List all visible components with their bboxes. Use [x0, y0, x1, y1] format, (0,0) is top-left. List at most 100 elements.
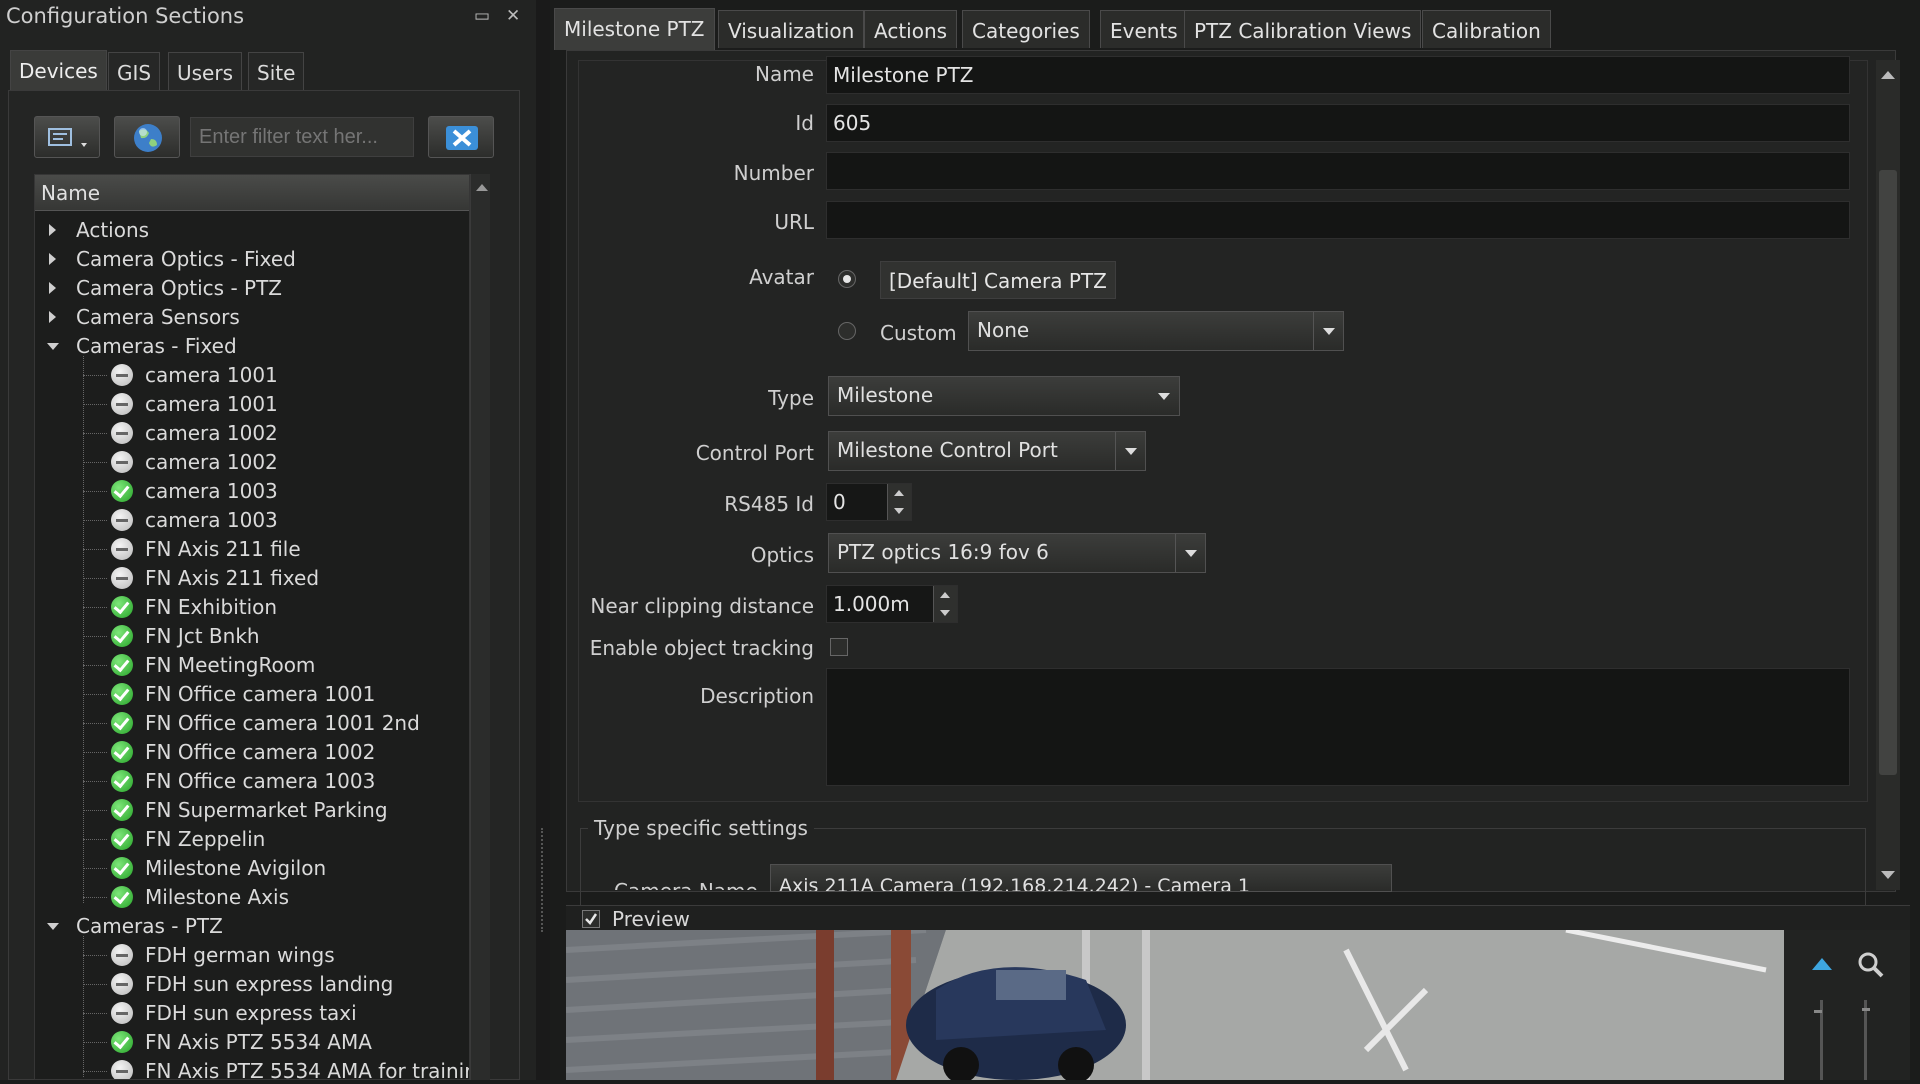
scroll-up-icon[interactable] [476, 182, 488, 192]
tree-item[interactable]: Milestone Axis [35, 883, 469, 912]
tree-item[interactable]: FDH sun express taxi [35, 999, 469, 1028]
expand-arrow-icon[interactable] [49, 253, 56, 265]
description-field[interactable] [826, 668, 1850, 786]
globe-button[interactable] [114, 116, 180, 158]
tab-devices[interactable]: Devices [10, 50, 107, 92]
tree-connector [83, 955, 107, 956]
optics-select[interactable]: PTZ optics 16:9 fov 6 [828, 533, 1206, 573]
main-tab-visualization[interactable]: Visualization [718, 10, 865, 48]
tab-users[interactable]: Users [168, 52, 243, 90]
splitter-grip[interactable] [541, 828, 544, 932]
status-online-icon [111, 886, 133, 908]
tree-item[interactable]: FDH sun express landing [35, 970, 469, 999]
tree-item[interactable]: FN Office camera 1001 2nd [35, 709, 469, 738]
status-online-icon [111, 857, 133, 879]
tree-item[interactable]: Milestone Avigilon [35, 854, 469, 883]
tree-item[interactable]: FN Office camera 1002 [35, 738, 469, 767]
main-tab-actions[interactable]: Actions [864, 10, 958, 48]
tab-site[interactable]: Site [248, 52, 305, 90]
tree-item[interactable]: FN Axis PTZ 5534 AMA [35, 1028, 469, 1057]
main-tab-categories[interactable]: Categories [962, 10, 1090, 48]
control-port-select[interactable]: Milestone Control Port [828, 431, 1146, 471]
tree-item[interactable]: FN Office camera 1001 [35, 680, 469, 709]
spin-arrows-icon[interactable] [887, 484, 911, 520]
main-tab-calibration[interactable]: Calibration [1422, 10, 1551, 48]
chevron-down-icon[interactable] [1313, 312, 1343, 350]
close-icon[interactable]: ✕ [506, 6, 520, 26]
type-label: Type [768, 386, 814, 410]
tree-item[interactable]: FN Axis 211 file [35, 535, 469, 564]
tree-item[interactable]: Actions [35, 216, 469, 245]
tree-item[interactable]: Cameras - Fixed [35, 332, 469, 361]
main-tab-ptz-calibration-views[interactable]: PTZ Calibration Views [1184, 10, 1422, 48]
spin-arrows-icon[interactable] [933, 586, 957, 622]
tree-item[interactable]: FDH german wings [35, 941, 469, 970]
rs485-spinbox[interactable]: 0 [826, 483, 912, 521]
avatar-custom-select[interactable]: None [968, 311, 1344, 351]
panel-title: Configuration Sections [6, 4, 245, 28]
form-scroll-thumb[interactable] [1879, 170, 1897, 775]
tree-item[interactable]: Camera Sensors [35, 303, 469, 332]
scroll-up-icon[interactable] [1881, 70, 1895, 80]
tree-item-label: FDH sun express taxi [145, 1001, 357, 1025]
tree-item[interactable]: Camera Optics - PTZ [35, 274, 469, 303]
tree-item[interactable]: FN Axis 211 fixed [35, 564, 469, 593]
tree-item-label: FN Office camera 1001 2nd [145, 711, 420, 735]
chevron-down-icon[interactable] [1149, 377, 1179, 415]
collapse-arrow-icon[interactable] [47, 923, 59, 930]
tree-item[interactable]: camera 1002 [35, 448, 469, 477]
tree-item[interactable]: FN Jct Bnkh [35, 622, 469, 651]
chevron-down-icon[interactable] [1175, 534, 1205, 572]
status-offline-icon [111, 973, 133, 995]
add-device-dropdown-button[interactable] [34, 116, 100, 158]
tree-item[interactable]: Cameras - PTZ [35, 912, 469, 941]
name-field[interactable]: Milestone PTZ [826, 56, 1850, 94]
avatar-default-radio[interactable] [838, 270, 856, 288]
tree-column-header[interactable]: Name [35, 175, 469, 211]
near-clipping-spinbox[interactable]: 1.000m [826, 585, 958, 623]
tree-connector [83, 694, 107, 695]
type-select[interactable]: Milestone [828, 376, 1180, 416]
main-tab-events[interactable]: Events [1100, 10, 1188, 48]
preview-checkbox[interactable] [582, 910, 600, 928]
main-tab-milestone-ptz[interactable]: Milestone PTZ [554, 8, 715, 50]
tree-item[interactable]: camera 1002 [35, 419, 469, 448]
tree-item[interactable]: Camera Optics - Fixed [35, 245, 469, 274]
tree-connector [83, 897, 107, 898]
camera-name-select[interactable]: Axis 211A Camera (192.168.214.242) - Cam… [770, 864, 1392, 892]
tree-item[interactable]: camera 1001 [35, 390, 469, 419]
url-field[interactable] [826, 201, 1850, 239]
status-offline-icon [111, 1060, 133, 1079]
object-tracking-checkbox[interactable] [830, 638, 848, 656]
tree-item-label: FN Exhibition [145, 595, 278, 619]
filter-input[interactable] [190, 117, 414, 157]
tree-connector [83, 839, 107, 840]
expand-arrow-icon[interactable] [49, 282, 56, 294]
avatar-custom-radio[interactable] [838, 322, 856, 340]
tree-item[interactable]: FN Zeppelin [35, 825, 469, 854]
tree-item[interactable]: FN Supermarket Parking [35, 796, 469, 825]
camera-preview-image[interactable] [566, 930, 1784, 1080]
tree-item[interactable]: FN Office camera 1003 [35, 767, 469, 796]
tree-item[interactable]: FN MeetingRoom [35, 651, 469, 680]
tab-gis[interactable]: GIS [108, 52, 161, 90]
expand-arrow-icon[interactable] [49, 224, 56, 236]
tree-item[interactable]: FN Exhibition [35, 593, 469, 622]
scroll-down-icon[interactable] [1881, 870, 1895, 880]
expand-arrow-icon[interactable] [49, 311, 56, 323]
number-field[interactable] [826, 152, 1850, 190]
float-icon[interactable]: ▭ [474, 6, 490, 26]
globe-icon [134, 124, 162, 152]
collapse-arrow-icon[interactable] [47, 343, 59, 350]
clear-filter-button[interactable] [428, 116, 494, 158]
id-field[interactable]: 605 [826, 104, 1850, 142]
tree-item-label: Milestone Axis [145, 885, 290, 909]
tree-item[interactable]: FN Axis PTZ 5534 AMA for trainir [35, 1057, 469, 1079]
tree-item[interactable]: camera 1001 [35, 361, 469, 390]
tree-item[interactable]: camera 1003 [35, 477, 469, 506]
device-tree[interactable]: Name Actions Camera Optics - Fixed Camera … [34, 174, 470, 1080]
tree-scrollbar[interactable] [470, 174, 490, 1080]
chevron-down-icon[interactable] [1115, 432, 1145, 470]
object-tracking-label: Enable object tracking [589, 636, 814, 660]
tree-item[interactable]: camera 1003 [35, 506, 469, 535]
